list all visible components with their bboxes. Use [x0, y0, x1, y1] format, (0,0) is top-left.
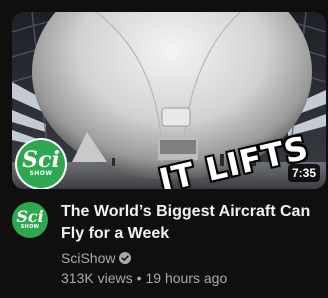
stats-separator: •: [136, 270, 142, 286]
channel-name[interactable]: SciShow: [61, 248, 115, 268]
upload-age: 19 hours ago: [145, 270, 228, 286]
video-metadata: The World’s Biggest Aircraft Can Fly for…: [61, 201, 319, 288]
verified-check-icon: [119, 252, 132, 264]
video-card[interactable]: IT LIFTS Sci SHOW 7:35 Sci SHOW The Worl…: [0, 0, 328, 298]
video-thumbnail[interactable]: IT LIFTS Sci SHOW 7:35: [12, 12, 326, 189]
thumbnail-logo-wordmark: SHOW: [29, 170, 53, 177]
thumbnail-logo-mark: Sci: [22, 147, 60, 173]
duration-badge: 7:35: [287, 164, 320, 182]
avatar-logo-wordmark: SHOW: [20, 224, 40, 230]
thumbnail-channel-logo: Sci SHOW: [17, 140, 65, 188]
channel-name-row[interactable]: SciShow: [61, 248, 319, 268]
video-title[interactable]: The World’s Biggest Aircraft Can Fly for…: [61, 201, 319, 245]
video-stats: 313K views • 19 hours ago: [61, 268, 319, 288]
channel-avatar[interactable]: Sci SHOW: [12, 202, 48, 238]
avatar-logo-mark: Sci: [16, 207, 44, 226]
view-count: 313K views: [61, 270, 133, 286]
